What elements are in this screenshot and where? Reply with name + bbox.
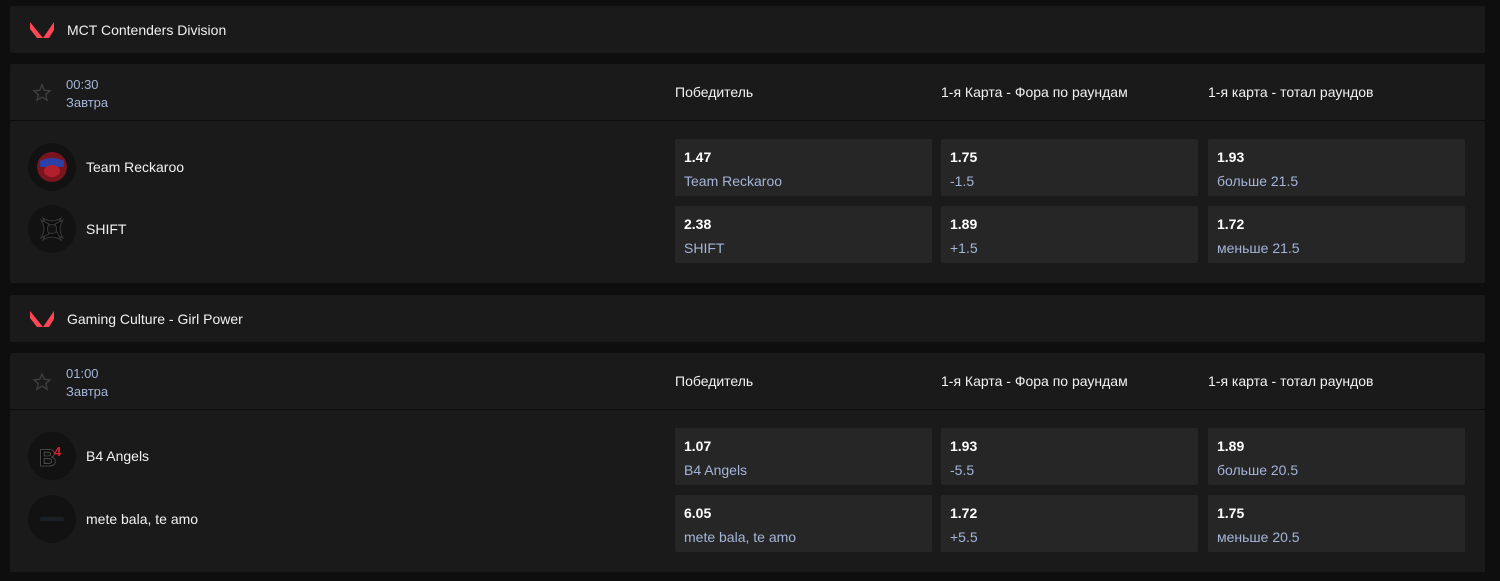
event-day: Завтра bbox=[66, 384, 109, 399]
odd-label: Team Reckaroo bbox=[684, 173, 783, 189]
odd-button[interactable]: 1.72 меньше 21.5 bbox=[1208, 206, 1465, 263]
placeholder-logo bbox=[28, 495, 76, 543]
odd-coef: 2.38 bbox=[684, 216, 712, 232]
valorant-icon bbox=[30, 20, 54, 40]
odd-coef: 6.05 bbox=[684, 505, 712, 521]
valorant-icon bbox=[30, 309, 54, 329]
odd-label: SHIFT bbox=[684, 240, 725, 256]
odd-label: меньше 20.5 bbox=[1217, 529, 1300, 545]
odd-coef: 1.07 bbox=[684, 438, 712, 454]
team-name: B4 Angels bbox=[86, 448, 150, 464]
star-icon[interactable] bbox=[32, 372, 52, 392]
odd-button[interactable]: 1.75 меньше 20.5 bbox=[1208, 495, 1465, 552]
odd-coef: 1.75 bbox=[1217, 505, 1245, 521]
league-header[interactable]: Gaming Culture - Girl Power bbox=[10, 295, 1485, 342]
odd-label: меньше 21.5 bbox=[1217, 240, 1300, 256]
odd-coef: 1.93 bbox=[1217, 149, 1245, 165]
odd-button[interactable]: 1.93 больше 21.5 bbox=[1208, 139, 1465, 196]
odd-label: mete bala, te amo bbox=[684, 529, 797, 545]
column-handicap: 1-я Карта - Фора по раундам bbox=[941, 373, 1128, 389]
odd-button[interactable]: 1.47 Team Reckaroo bbox=[675, 139, 932, 196]
odd-button[interactable]: 1.89 больше 20.5 bbox=[1208, 428, 1465, 485]
column-total: 1-я карта - тотал раундов bbox=[1208, 84, 1374, 100]
column-total: 1-я карта - тотал раундов bbox=[1208, 373, 1374, 389]
league-name: MCT Contenders Division bbox=[67, 21, 227, 38]
event-time-value: 00:30 bbox=[66, 77, 99, 92]
team-name: mete bala, te amo bbox=[86, 511, 199, 527]
team-row[interactable]: B4 B4 Angels bbox=[28, 432, 149, 480]
event-time-value: 01:00 bbox=[66, 366, 99, 381]
shift-logo bbox=[28, 205, 76, 253]
team-row[interactable]: SHIFT bbox=[28, 205, 126, 253]
odd-button[interactable]: 2.38 SHIFT bbox=[675, 206, 932, 263]
odd-coef: 1.75 bbox=[950, 149, 978, 165]
odd-label: B4 Angels bbox=[684, 462, 748, 478]
odd-label: +5.5 bbox=[950, 529, 978, 545]
odd-label: больше 21.5 bbox=[1217, 173, 1299, 189]
odd-label: -5.5 bbox=[950, 462, 975, 478]
column-winner: Победитель bbox=[675, 84, 754, 100]
odd-button[interactable]: 1.75 -1.5 bbox=[941, 139, 1198, 196]
odd-label: больше 20.5 bbox=[1217, 462, 1299, 478]
odd-button[interactable]: 1.07 B4 Angels bbox=[675, 428, 932, 485]
team-name: Team Reckaroo bbox=[86, 159, 185, 175]
league-name: Gaming Culture - Girl Power bbox=[67, 310, 243, 327]
event-card: 01:00 Завтра Победитель 1-я Карта - Фора… bbox=[10, 353, 1485, 572]
svg-text:4: 4 bbox=[54, 444, 62, 459]
odd-coef: 1.89 bbox=[950, 216, 978, 232]
odd-coef: 1.72 bbox=[1217, 216, 1245, 232]
event-time: 00:30 Завтра bbox=[66, 76, 108, 112]
b4-logo: B4 bbox=[28, 432, 76, 480]
events-list: MCT Contenders Division 00:30 Завтра Поб… bbox=[10, 6, 1485, 572]
odd-button[interactable]: 1.72 +5.5 bbox=[941, 495, 1198, 552]
odd-label: -1.5 bbox=[950, 173, 975, 189]
odd-coef: 1.72 bbox=[950, 505, 978, 521]
odd-button[interactable]: 6.05 mete bala, te amo bbox=[675, 495, 932, 552]
league-header[interactable]: MCT Contenders Division bbox=[10, 6, 1485, 53]
team-name: SHIFT bbox=[86, 221, 127, 237]
event-header: 01:00 Завтра Победитель 1-я Карта - Фора… bbox=[10, 353, 1485, 410]
odd-coef: 1.47 bbox=[684, 149, 712, 165]
event-card: 00:30 Завтра Победитель 1-я Карта - Фора… bbox=[10, 64, 1485, 283]
team-row[interactable]: Team Reckaroo bbox=[28, 143, 184, 191]
odd-coef: 1.89 bbox=[1217, 438, 1245, 454]
event-time: 01:00 Завтра bbox=[66, 365, 108, 401]
column-handicap: 1-я Карта - Фора по раундам bbox=[941, 84, 1128, 100]
odd-button[interactable]: 1.93 -5.5 bbox=[941, 428, 1198, 485]
event-day: Завтра bbox=[66, 95, 109, 110]
column-winner: Победитель bbox=[675, 373, 754, 389]
odd-coef: 1.93 bbox=[950, 438, 978, 454]
star-icon[interactable] bbox=[32, 83, 52, 103]
team-row[interactable]: mete bala, te amo bbox=[28, 495, 198, 543]
reckaroo-logo bbox=[28, 143, 76, 191]
odd-button[interactable]: 1.89 +1.5 bbox=[941, 206, 1198, 263]
odd-label: +1.5 bbox=[950, 240, 978, 256]
event-header: 00:30 Завтра Победитель 1-я Карта - Фора… bbox=[10, 64, 1485, 121]
